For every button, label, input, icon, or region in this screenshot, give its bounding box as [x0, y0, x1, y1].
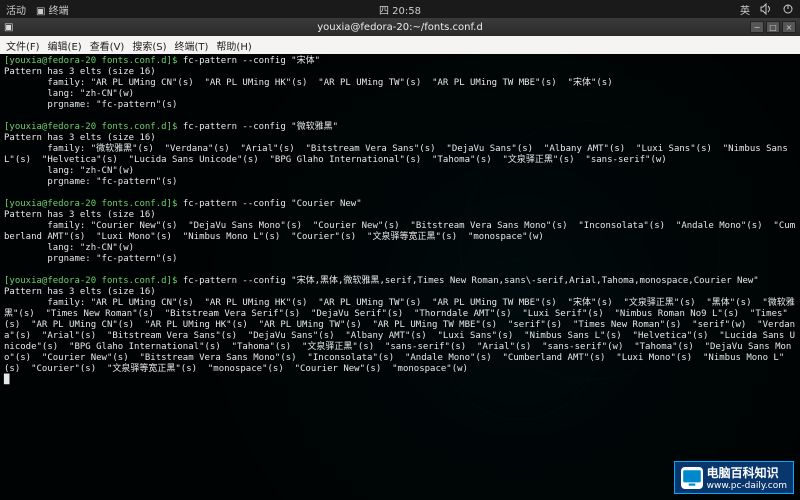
menu-help[interactable]: 帮助(H) [214, 38, 253, 53]
terminal-output: lang: "zh-CN"(w) [4, 166, 134, 176]
command-line: fc-pattern --config "宋体" [183, 56, 320, 66]
activities-button[interactable]: 活动 [6, 2, 26, 17]
terminal-output: Pattern has 3 elts (size 16) [4, 210, 156, 220]
terminal-output: Pattern has 3 elts (size 16) [4, 67, 156, 77]
shell-prompt: [youxia@fedora-20 fonts.conf.d]$ [4, 122, 177, 132]
sound-icon[interactable] [760, 3, 772, 15]
window-app-icon: ▣ [4, 22, 13, 33]
gnome-topbar: 活动 ▣ 终端 四 20:58 英 [0, 0, 800, 18]
input-method-indicator[interactable]: 英 [740, 2, 750, 17]
power-icon[interactable] [782, 3, 794, 15]
shell-prompt: [youxia@fedora-20 fonts.conf.d]$ [4, 276, 177, 286]
menu-file[interactable]: 文件(F) [4, 38, 42, 53]
menu-edit[interactable]: 编辑(E) [46, 38, 84, 53]
clock[interactable]: 四 20:58 [379, 2, 421, 17]
maximize-button[interactable]: □ [766, 21, 780, 33]
terminal-output: family: "AR PL UMing CN"(s) "AR PL UMing… [4, 78, 613, 88]
terminal-output: prgname: "fc-pattern"(s) [4, 100, 177, 110]
minimize-button[interactable]: − [750, 21, 764, 33]
terminal-output: lang: "zh-CN"(w) [4, 89, 134, 99]
close-button[interactable]: × [782, 21, 796, 33]
terminal-output: prgname: "fc-pattern"(s) [4, 177, 177, 187]
command-line: fc-pattern --config "微软雅黑" [183, 122, 338, 132]
menu-view[interactable]: 查看(V) [88, 38, 127, 53]
terminal-viewport[interactable]: [youxia@fedora-20 fonts.conf.d]$ fc-patt… [0, 54, 800, 500]
terminal-output: lang: "zh-CN"(w) [4, 243, 134, 253]
terminal-output: family: "Courier New"(s) "DejaVu Sans Mo… [4, 221, 795, 242]
menu-search[interactable]: 搜索(S) [130, 38, 168, 53]
terminal-output: Pattern has 3 elts (size 16) [4, 287, 156, 297]
terminal-output: family: "微软雅黑"(s) "Verdana"(s) "Arial"(s… [4, 144, 793, 165]
watermark: 电脑百科知识 www.pc-daily.com [674, 461, 794, 494]
terminal-output: prgname: "fc-pattern"(s) [4, 254, 177, 264]
terminal-output: Pattern has 3 elts (size 16) [4, 133, 156, 143]
watermark-logo-icon [681, 467, 703, 489]
app-menu[interactable]: ▣ 终端 [36, 2, 69, 17]
command-line: fc-pattern --config "宋体,黑体,微软雅黑,serif,Ti… [183, 276, 759, 286]
terminal-cursor: █ [4, 375, 9, 385]
window-title: youxia@fedora-20:~/fonts.conf.d [317, 22, 483, 33]
shell-prompt: [youxia@fedora-20 fonts.conf.d]$ [4, 56, 177, 66]
command-line: fc-pattern --config "Courier New" [183, 199, 362, 209]
terminal-output: family: "AR PL UMing CN"(s) "AR PL UMing… [4, 298, 795, 374]
shell-prompt: [youxia@fedora-20 fonts.conf.d]$ [4, 199, 177, 209]
watermark-url: www.pc-daily.com [707, 481, 787, 491]
watermark-text: 电脑百科知识 [707, 466, 779, 480]
menu-terminal[interactable]: 终端(T) [173, 38, 211, 53]
menu-bar: 文件(F) 编辑(E) 查看(V) 搜索(S) 终端(T) 帮助(H) [0, 36, 800, 54]
window-titlebar[interactable]: ▣ youxia@fedora-20:~/fonts.conf.d − □ × [0, 18, 800, 36]
